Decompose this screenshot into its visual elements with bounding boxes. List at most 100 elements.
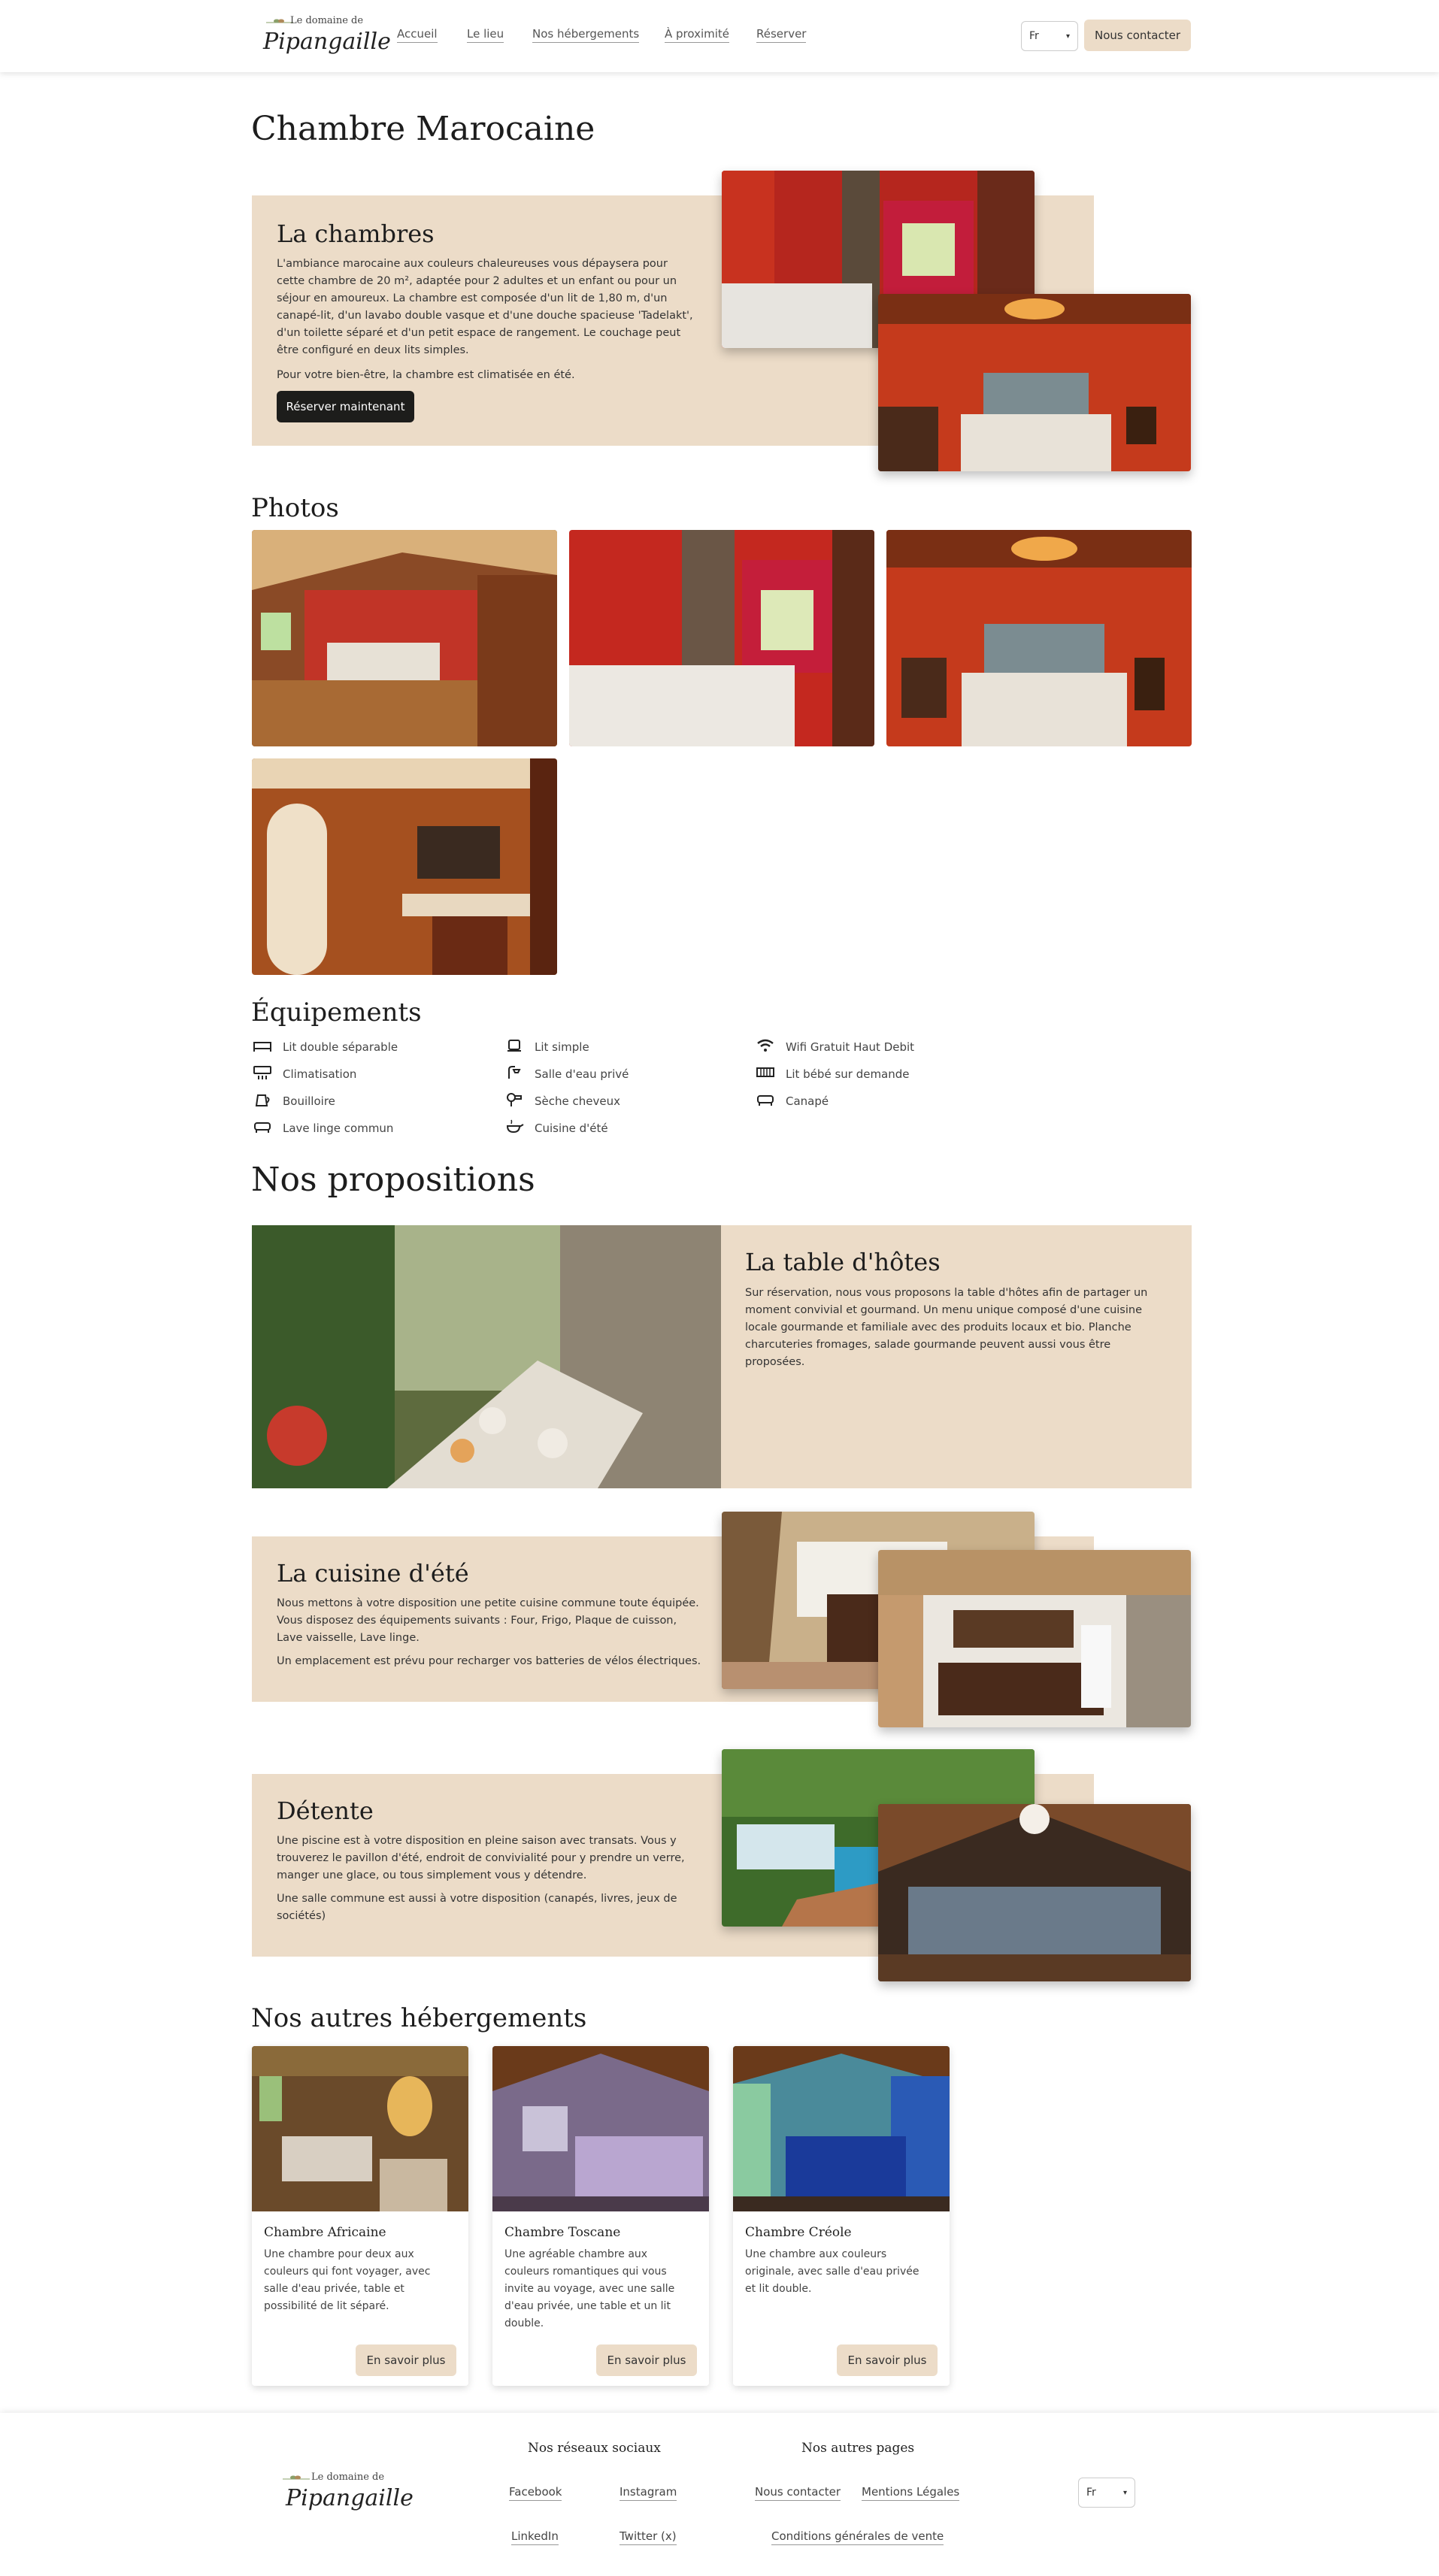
equip-label: Cuisine d'été <box>535 1122 608 1135</box>
footer-link-contact[interactable]: Nous contacter <box>755 2485 841 2501</box>
cuisine-title: La cuisine d'été <box>277 1559 469 1588</box>
equip-label: Sèche cheveux <box>535 1094 620 1108</box>
leaf-icon <box>266 15 293 24</box>
cuisine-photo-2[interactable] <box>878 1550 1191 1727</box>
card-text: Une chambre aux couleurs originale, avec… <box>745 2248 919 2295</box>
card-more-button[interactable]: En savoir plus <box>356 2344 456 2376</box>
card-title: Chambre Toscane <box>504 2225 621 2240</box>
intro-title: La chambres <box>277 219 435 248</box>
language-select[interactable]: Fr ▾ <box>1021 21 1078 51</box>
chevron-down-icon: ▾ <box>1122 2488 1127 2497</box>
card-image <box>252 2046 468 2211</box>
card-chambre-toscane[interactable]: Chambre Toscane Une agréable chambre aux… <box>492 2046 709 2386</box>
detente-title: Détente <box>277 1797 374 1825</box>
intro-text-2: Pour votre bien-être, la chambre est cli… <box>277 369 575 381</box>
card-chambre-africaine[interactable]: Chambre Africaine Une chambre pour deux … <box>252 2046 468 2386</box>
gallery-photo-1[interactable] <box>252 530 557 746</box>
logo-big-text: Pipangaille <box>263 29 391 55</box>
card-title: Chambre Africaine <box>264 2225 386 2240</box>
language-select-value: Fr <box>1029 30 1039 42</box>
footer-link-mentions[interactable]: Mentions Légales <box>862 2485 960 2501</box>
site-header: Le domaine de Pipangaille Accueil Le lie… <box>0 0 1439 72</box>
hair-dryer-icon <box>504 1092 524 1110</box>
nav-a-proximite[interactable]: À proximité <box>665 27 730 43</box>
nav-hebergements[interactable]: Nos hébergements <box>532 27 640 43</box>
equip-lit-simple: Lit simple <box>504 1038 589 1056</box>
gallery-photo-4[interactable] <box>252 758 557 975</box>
equip-seche-cheveux: Sèche cheveux <box>504 1092 620 1110</box>
language-select-value: Fr <box>1086 2487 1096 2499</box>
logo-small-text: Le domaine de <box>290 15 364 26</box>
detente-text: Une piscine est à votre disposition en p… <box>277 1835 685 1881</box>
intro-text: L'ambiance marocaine aux couleurs chaleu… <box>277 258 693 356</box>
footer-link-twitter[interactable]: Twitter (x) <box>620 2529 677 2545</box>
equip-label: Lit double séparable <box>283 1040 398 1054</box>
room-photo-bed[interactable] <box>878 294 1191 471</box>
logo-big-text: Pipangaille <box>286 2485 414 2511</box>
footer-logo[interactable]: Le domaine de Pipangaille <box>278 2467 414 2520</box>
card-title: Chambre Créole <box>745 2225 852 2240</box>
card-chambre-creole[interactable]: Chambre Créole Une chambre aux couleurs … <box>733 2046 950 2386</box>
equip-bouilloire: Bouilloire <box>253 1092 335 1110</box>
baby-bed-icon <box>756 1065 775 1083</box>
detente-photo-pavilion[interactable] <box>878 1804 1191 1981</box>
photos-title: Photos <box>251 493 339 523</box>
washing-machine-icon <box>253 1119 272 1137</box>
site-footer: Le domaine de Pipangaille Nos réseaux so… <box>0 2413 1439 2576</box>
equip-lave-linge: Lave linge commun <box>253 1119 393 1137</box>
card-more-button[interactable]: En savoir plus <box>596 2344 697 2376</box>
equip-lit-double: Lit double séparable <box>253 1038 398 1056</box>
equip-label: Lit simple <box>535 1040 589 1054</box>
chevron-down-icon: ▾ <box>1065 32 1070 41</box>
air-conditioning-icon <box>253 1065 272 1083</box>
footer-link-facebook[interactable]: Facebook <box>509 2485 562 2501</box>
card-more-button[interactable]: En savoir plus <box>837 2344 938 2376</box>
wifi-icon <box>756 1038 775 1056</box>
footer-link-instagram[interactable]: Instagram <box>620 2485 677 2501</box>
propositions-title: Nos propositions <box>251 1161 535 1199</box>
equip-label: Salle d'eau privé <box>535 1067 629 1081</box>
leaf-icon <box>283 2472 310 2481</box>
equip-salle-eau: Salle d'eau privé <box>504 1065 629 1083</box>
sofa-icon <box>756 1092 775 1110</box>
equip-canape: Canapé <box>756 1092 829 1110</box>
equip-label: Climatisation <box>283 1067 357 1081</box>
cuisine-text-2: Un emplacement est prévu pour recharger … <box>277 1655 701 1667</box>
nav-reserver[interactable]: Réserver <box>756 27 807 43</box>
equip-lit-bebe: Lit bébé sur demande <box>756 1065 910 1083</box>
equip-cuisine-ete: Cuisine d'été <box>504 1119 608 1137</box>
autres-title: Nos autres hébergements <box>251 2003 587 2033</box>
contact-button[interactable]: Nous contacter <box>1084 20 1191 51</box>
social-title: Nos réseaux sociaux <box>528 2441 661 2456</box>
cooking-pot-icon <box>504 1119 524 1137</box>
footer-language-select[interactable]: Fr ▾ <box>1078 2478 1135 2508</box>
cuisine-text: Nous mettons à votre disposition une pet… <box>277 1597 699 1644</box>
pages-title: Nos autres pages <box>801 2441 915 2456</box>
nav-le-lieu[interactable]: Le lieu <box>467 27 504 43</box>
book-now-button[interactable]: Réserver maintenant <box>277 391 414 422</box>
table-hotes-photo[interactable] <box>252 1225 721 1488</box>
equip-wifi: Wifi Gratuit Haut Debit <box>756 1038 914 1056</box>
gallery-photo-3[interactable] <box>886 530 1192 746</box>
site-logo[interactable]: Le domaine de Pipangaille <box>251 11 391 63</box>
gallery-photo-2[interactable] <box>569 530 874 746</box>
footer-link-linkedin[interactable]: LinkedIn <box>511 2529 559 2545</box>
footer-link-cgv[interactable]: Conditions générales de vente <box>771 2529 944 2545</box>
kettle-icon <box>253 1092 272 1110</box>
nav-accueil[interactable]: Accueil <box>397 27 438 43</box>
equip-label: Lit bébé sur demande <box>786 1067 910 1081</box>
equip-label: Wifi Gratuit Haut Debit <box>786 1040 915 1054</box>
single-bed-icon <box>504 1038 524 1056</box>
table-hotes-text: Sur réservation, nous vous proposons la … <box>745 1287 1148 1368</box>
table-hotes-title: La table d'hôtes <box>745 1248 941 1276</box>
card-text: Une chambre pour deux aux couleurs qui f… <box>264 2248 431 2312</box>
double-bed-icon <box>253 1038 272 1056</box>
shower-icon <box>504 1065 524 1083</box>
equip-climatisation: Climatisation <box>253 1065 356 1083</box>
detente-text-2: Une salle commune est aussi à votre disp… <box>277 1893 677 1922</box>
equipements-title: Équipements <box>251 997 422 1028</box>
logo-small-text: Le domaine de <box>311 2472 385 2483</box>
equip-label: Canapé <box>786 1094 829 1108</box>
card-image <box>492 2046 709 2211</box>
equip-label: Bouilloire <box>283 1094 335 1108</box>
